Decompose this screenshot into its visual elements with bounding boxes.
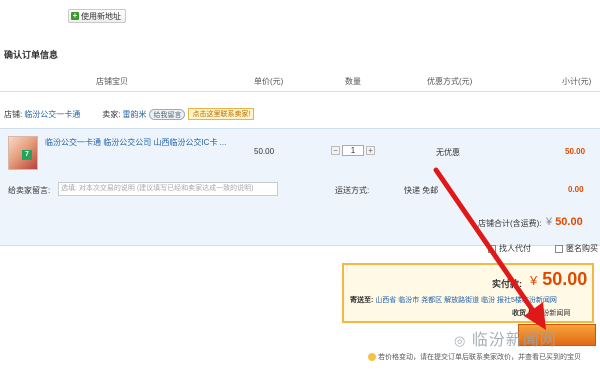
message-shipping-row: 给卖家留言: 选填: 对本次交易的说明 (建议填写已经和卖家达成一致的说明) 运… xyxy=(0,176,600,246)
contact-seller-tip[interactable]: 点击这里联系卖家! xyxy=(188,108,255,120)
anonymous-label: 匿名购买 xyxy=(566,244,598,253)
message-label: 给卖家留言: xyxy=(8,186,51,195)
watermark-text: 临汾新闻网 xyxy=(471,332,557,349)
anonymous-option[interactable]: 匿名购买 xyxy=(555,243,598,254)
receiver-label: 收货人: xyxy=(512,310,536,317)
item-unit-price: 50.00 xyxy=(254,147,275,156)
quantity-decrease-button[interactable]: − xyxy=(331,146,340,155)
payment-label: 实付款: xyxy=(492,279,522,289)
price-change-note-text: 若价格变动，请在提交订单后联系卖家改价，并查看已买到的宝贝 xyxy=(378,354,581,361)
proxy-pay-label: 找人代付 xyxy=(499,244,531,253)
proxy-pay-checkbox[interactable] xyxy=(488,244,496,253)
shop-label: 店铺: xyxy=(4,109,23,119)
wangwang-chat-icon[interactable]: 给我留言 xyxy=(149,108,186,120)
ship-to-address: 山西省 临汾市 尧都区 解放路街道 临汾 报社5楼临汾新闻网 xyxy=(375,297,557,304)
receiver-name: 临汾新闻网 xyxy=(535,310,571,317)
ship-to-label: 寄送至: xyxy=(350,297,374,304)
payment-currency: ¥ xyxy=(530,273,538,288)
seller-label: 卖家: xyxy=(102,109,121,119)
table-header: 店铺宝贝 单价(元) 数量 优惠方式(元) 小计(元) xyxy=(0,68,600,92)
message-to-seller-input[interactable]: 选填: 对本次交易的说明 (建议填写已经和卖家达成一致的说明) xyxy=(58,182,278,196)
proxy-pay-option[interactable]: 找人代付 xyxy=(488,243,531,254)
shop-total-label: 店铺合计(含运费): xyxy=(478,219,542,228)
anonymous-checkbox[interactable] xyxy=(555,244,563,253)
shop-total-currency: ¥ xyxy=(546,216,553,228)
item-discount: 无优惠 xyxy=(436,148,460,157)
seller-name-link[interactable]: 雷韵米 xyxy=(122,109,146,120)
quantity-increase-button[interactable]: + xyxy=(366,146,375,155)
price-change-note: 若价格变动，请在提交订单后联系卖家改价，并查看已买到的宝贝 xyxy=(368,352,581,362)
header-item: 店铺宝贝 xyxy=(96,77,128,86)
item-title-link[interactable]: 临汾公交一卡通 临汾公交公司 山西临汾公交IC卡 ... xyxy=(45,137,226,148)
shop-total-amount: ¥ 50.00 xyxy=(546,216,583,228)
plus-icon: + xyxy=(71,11,79,20)
shop-name-link[interactable]: 临汾公交一卡通 xyxy=(24,109,80,120)
use-new-address-button[interactable]: + 使用新地址 xyxy=(68,9,126,23)
payment-value: 50.00 xyxy=(542,269,588,289)
header-discount: 优惠方式(元) xyxy=(427,77,473,86)
shop-row: 店铺: 临汾公交一卡通 卖家: 雷韵米 给我留言 点击这里联系卖家! xyxy=(0,105,600,123)
watermark: ◎ 临汾新闻网 xyxy=(454,326,557,350)
header-subtotal: 小计(元) xyxy=(562,77,592,86)
payment-amount: ¥ 50.00 xyxy=(530,269,587,290)
lightbulb-icon xyxy=(368,353,376,362)
shipping-cost: 0.00 xyxy=(568,185,584,194)
payment-summary-box: 实付款: ¥ 50.00 寄送至: 山西省 临汾市 尧都区 解放路街道 临汾 报… xyxy=(342,263,594,323)
order-item-row: 7 临汾公交一卡通 临汾公交公司 山西临汾公交IC卡 ... 50.00 − 1… xyxy=(0,128,600,176)
wechat-icon: ◎ xyxy=(454,333,467,348)
shipping-method-label: 运送方式: xyxy=(335,186,370,195)
header-unit-price: 单价(元) xyxy=(254,77,284,86)
section-title: 确认订单信息 xyxy=(4,50,59,60)
use-new-address-label: 使用新地址 xyxy=(81,11,121,21)
seven-day-return-badge: 7 xyxy=(22,150,32,160)
header-quantity: 数量 xyxy=(345,77,361,86)
shop-total-value: 50.00 xyxy=(555,216,583,228)
quantity-input[interactable]: 1 xyxy=(342,145,364,156)
shipping-method-value: 快递 免邮 xyxy=(404,186,439,195)
item-subtotal: 50.00 xyxy=(565,147,586,156)
